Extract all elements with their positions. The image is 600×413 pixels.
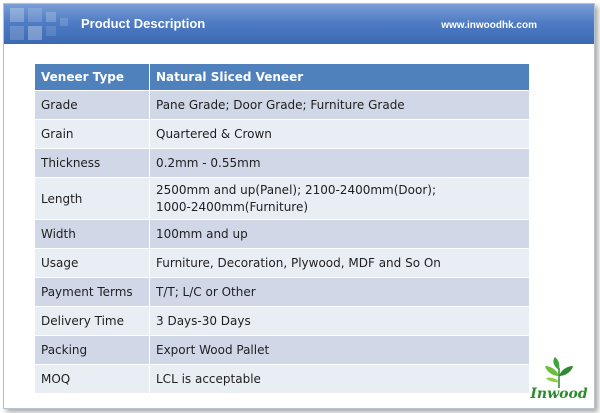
row-label: MOQ xyxy=(34,364,150,394)
spec-table: Veneer Type Natural Sliced Veneer Grade … xyxy=(34,63,530,394)
table-header-label: Veneer Type xyxy=(34,63,150,91)
row-label: Grade xyxy=(34,90,150,120)
table-row: Packing Export Wood Pallet xyxy=(34,335,530,365)
table-row: Length 2500mm and up(Panel); 2100-2400mm… xyxy=(34,177,530,220)
table-row: Grade Pane Grade; Door Grade; Furniture … xyxy=(34,90,530,120)
table-row: Usage Furniture, Decoration, Plywood, MD… xyxy=(34,248,530,278)
table-header-row: Veneer Type Natural Sliced Veneer xyxy=(34,63,530,91)
row-value: Export Wood Pallet xyxy=(149,335,530,365)
leaf-icon xyxy=(545,357,573,388)
row-label: Packing xyxy=(34,335,150,365)
website-url: www.inwoodhk.com xyxy=(441,20,537,31)
row-label: Delivery Time xyxy=(34,306,150,336)
row-label: Payment Terms xyxy=(34,277,150,307)
row-label: Usage xyxy=(34,248,150,278)
inwood-logo: Inwood xyxy=(526,356,592,408)
row-value: 2500mm and up(Panel); 2100-2400mm(Door);… xyxy=(149,177,530,220)
table-row: Thickness 0.2mm - 0.55mm xyxy=(34,148,530,178)
row-label: Thickness xyxy=(34,148,150,178)
row-value-line: 1000-2400mm(Furniture) xyxy=(156,199,309,214)
row-value: Quartered & Crown xyxy=(149,119,530,149)
row-value: 3 Days-30 Days xyxy=(149,306,530,336)
table-header-value: Natural Sliced Veneer xyxy=(149,63,530,91)
row-value: 100mm and up xyxy=(149,219,530,249)
table-row: Payment Terms T/T; L/C or Other xyxy=(34,277,530,307)
page-title: Product Description xyxy=(81,16,206,31)
header-decoration xyxy=(4,4,74,44)
table-row: MOQ LCL is acceptable xyxy=(34,364,530,394)
product-description-panel: Product Description www.inwoodhk.com Ven… xyxy=(3,3,595,409)
header-bar: Product Description www.inwoodhk.com xyxy=(4,4,594,44)
row-label: Length xyxy=(34,177,150,220)
logo-text: Inwood xyxy=(530,386,588,402)
row-value: 0.2mm - 0.55mm xyxy=(149,148,530,178)
row-value-line: 2500mm and up(Panel); 2100-2400mm(Door); xyxy=(156,182,436,197)
row-value: Pane Grade; Door Grade; Furniture Grade xyxy=(149,90,530,120)
row-label: Grain xyxy=(34,119,150,149)
table-row: Delivery Time 3 Days-30 Days xyxy=(34,306,530,336)
table-row: Width 100mm and up xyxy=(34,219,530,249)
row-label: Width xyxy=(34,219,150,249)
row-value: LCL is acceptable xyxy=(149,364,530,394)
row-value: T/T; L/C or Other xyxy=(149,277,530,307)
table-row: Grain Quartered & Crown xyxy=(34,119,530,149)
row-value: Furniture, Decoration, Plywood, MDF and … xyxy=(149,248,530,278)
